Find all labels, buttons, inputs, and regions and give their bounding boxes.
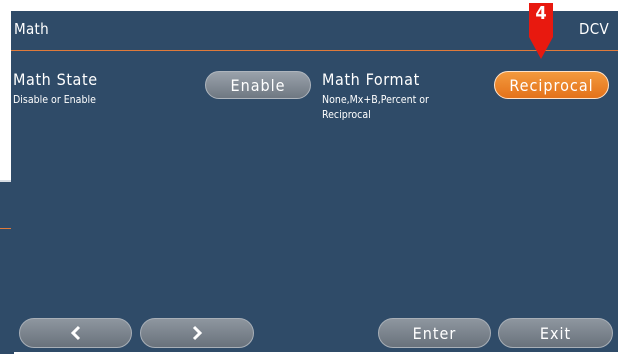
math-screen: Math DCV Math State Disable or Enable En…	[11, 11, 618, 352]
next-button[interactable]	[140, 318, 254, 348]
page-title: Math	[14, 20, 49, 38]
mode-indicator: DCV	[579, 20, 609, 38]
enter-button[interactable]: Enter	[378, 318, 491, 348]
math-state-label: Math State	[13, 70, 98, 89]
callout-number: 4	[535, 3, 547, 24]
math-format-label: Math Format	[322, 70, 420, 89]
chevron-left-icon	[70, 325, 80, 341]
math-state-description: Disable or Enable	[13, 94, 96, 106]
math-format-description-line2: Reciprocal	[322, 109, 371, 121]
math-format-reciprocal-button[interactable]: Reciprocal	[494, 71, 609, 99]
math-state-enable-button[interactable]: Enable	[205, 71, 311, 99]
callout-marker-4: 4	[526, 1, 556, 61]
exit-button[interactable]: Exit	[498, 318, 613, 348]
previous-button[interactable]	[19, 318, 132, 348]
math-format-description-line1: None,Mx+B,Percent or	[322, 94, 429, 106]
chevron-right-icon	[192, 325, 203, 341]
